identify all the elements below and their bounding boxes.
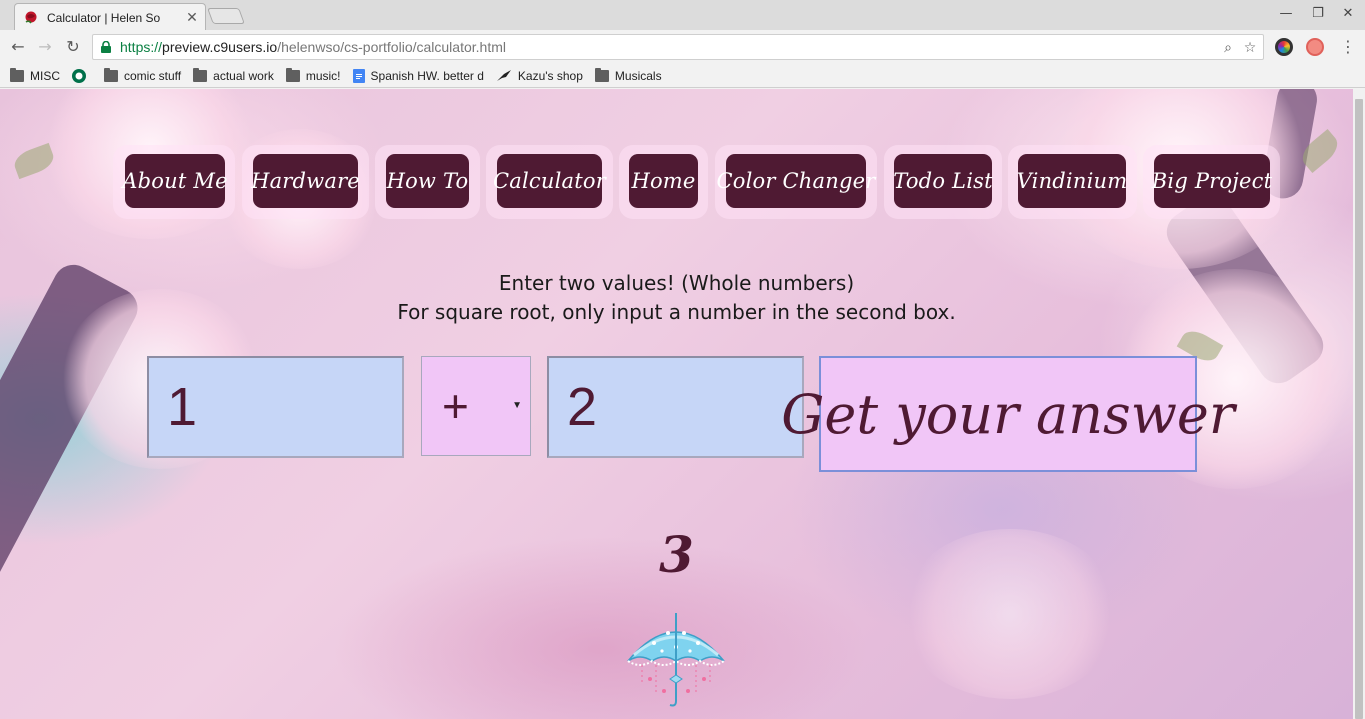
bookmark-label: actual work [213, 68, 274, 83]
dropdown-arrow-icon: ▼ [512, 400, 522, 411]
zoom-icon[interactable]: ⌕ [1219, 39, 1237, 57]
forward-icon[interactable]: → [34, 37, 56, 57]
address-bar[interactable]: https:// preview.c9users.io /helenwso/cs… [92, 34, 1264, 60]
lock-icon [101, 41, 111, 53]
bookmark-spanish-hw[interactable]: Spanish HW. better d [352, 68, 484, 83]
restore-icon[interactable]: ❐ [1304, 4, 1332, 24]
instruction-line-1: Enter two values! (Whole numbers) [498, 271, 855, 295]
google-docs-icon [352, 68, 365, 83]
url-scheme: https:// [120, 39, 163, 55]
bookmark-label: Spanish HW. better d [370, 68, 484, 83]
calculator-instructions: Enter two values! (Whole numbers) For sq… [0, 269, 1353, 327]
extension-blocked-icon[interactable] [1306, 38, 1324, 56]
operator-value: + [442, 380, 469, 432]
bookmark-kazus-shop[interactable]: Kazu's shop [496, 69, 583, 83]
nav-link-home[interactable]: Home [629, 154, 698, 208]
page-scrollbar[interactable] [1353, 89, 1365, 719]
get-answer-button[interactable]: Get your answer [781, 356, 1235, 472]
browser-toolbar: ← → ↻ https:// preview.c9users.io /helen… [0, 30, 1365, 64]
nav-link-calculator[interactable]: Calculator [493, 154, 606, 208]
nav-link-about-me[interactable]: About Me [122, 154, 228, 208]
nav-link-big-project[interactable]: Big Project [1152, 154, 1272, 208]
browser-tab[interactable]: Calculator | Helen So ✕ [14, 3, 206, 31]
bookmark-musicals[interactable]: Musicals [594, 67, 662, 83]
instruction-line-2: For square root, only input a number in … [397, 300, 956, 324]
bookmark-label: comic stuff [124, 68, 182, 83]
tab-title: Calculator | Helen So [47, 11, 161, 25]
first-value-input[interactable]: 1 [147, 356, 404, 458]
scrollbar-thumb[interactable] [1355, 99, 1363, 719]
folder-icon [193, 67, 208, 82]
bookmark-music[interactable]: music! [285, 67, 341, 83]
second-value-input[interactable]: 2 [547, 356, 804, 458]
bookmark-starbucks[interactable] [72, 68, 92, 83]
nav-link-vindinium[interactable]: Vindinium [1017, 154, 1127, 208]
folder-icon [594, 67, 609, 82]
bookmark-actual-work[interactable]: actual work [193, 67, 274, 83]
bookmark-label: Kazu's shop [517, 68, 583, 83]
reload-icon[interactable]: ↻ [62, 37, 84, 57]
folder-icon [285, 67, 300, 82]
url-path: /helenwso/cs-portfolio/calculator.html [277, 39, 506, 55]
back-icon[interactable]: ← [7, 37, 29, 57]
nav-link-how-to[interactable]: How To [386, 154, 469, 208]
minimize-icon[interactable]: — [1272, 4, 1300, 24]
close-tab-icon[interactable]: ✕ [185, 10, 199, 26]
result-value: 3 [659, 525, 694, 584]
bookmark-label: Musicals [614, 68, 662, 83]
nav-link-todo-list[interactable]: Todo List [893, 154, 993, 208]
operator-select[interactable]: + ▼ [421, 356, 531, 456]
nav-link-color-changer[interactable]: Color Changer [717, 154, 875, 208]
bookmarks-bar: MISC comic stuff actual work music! Span… [0, 64, 1365, 88]
bookmark-comic-stuff[interactable]: comic stuff [104, 67, 182, 83]
bookmark-label: MISC [30, 68, 60, 83]
close-window-icon[interactable]: ✕ [1334, 4, 1362, 24]
tab-strip: Calculator | Helen So ✕ — ❐ ✕ [0, 0, 1365, 31]
bookmark-misc[interactable]: MISC [10, 67, 60, 83]
starbucks-icon [72, 68, 86, 83]
url-host: preview.c9users.io [162, 39, 278, 55]
umbrella-icon [627, 613, 725, 707]
new-tab-button[interactable] [207, 8, 245, 24]
bird-icon [496, 69, 511, 81]
menu-icon[interactable]: ⋮ [1340, 38, 1356, 56]
page-viewport: About Me Hardware How To Calculator Home… [0, 89, 1353, 719]
folder-icon [10, 67, 24, 82]
nav-link-hardware[interactable]: Hardware [251, 154, 360, 208]
bookmark-star-icon[interactable]: ☆ [1241, 39, 1259, 57]
color-picker-extension-icon[interactable] [1275, 38, 1293, 56]
folder-icon [104, 67, 118, 82]
rose-icon [25, 11, 37, 24]
bookmark-label: music! [305, 68, 341, 83]
